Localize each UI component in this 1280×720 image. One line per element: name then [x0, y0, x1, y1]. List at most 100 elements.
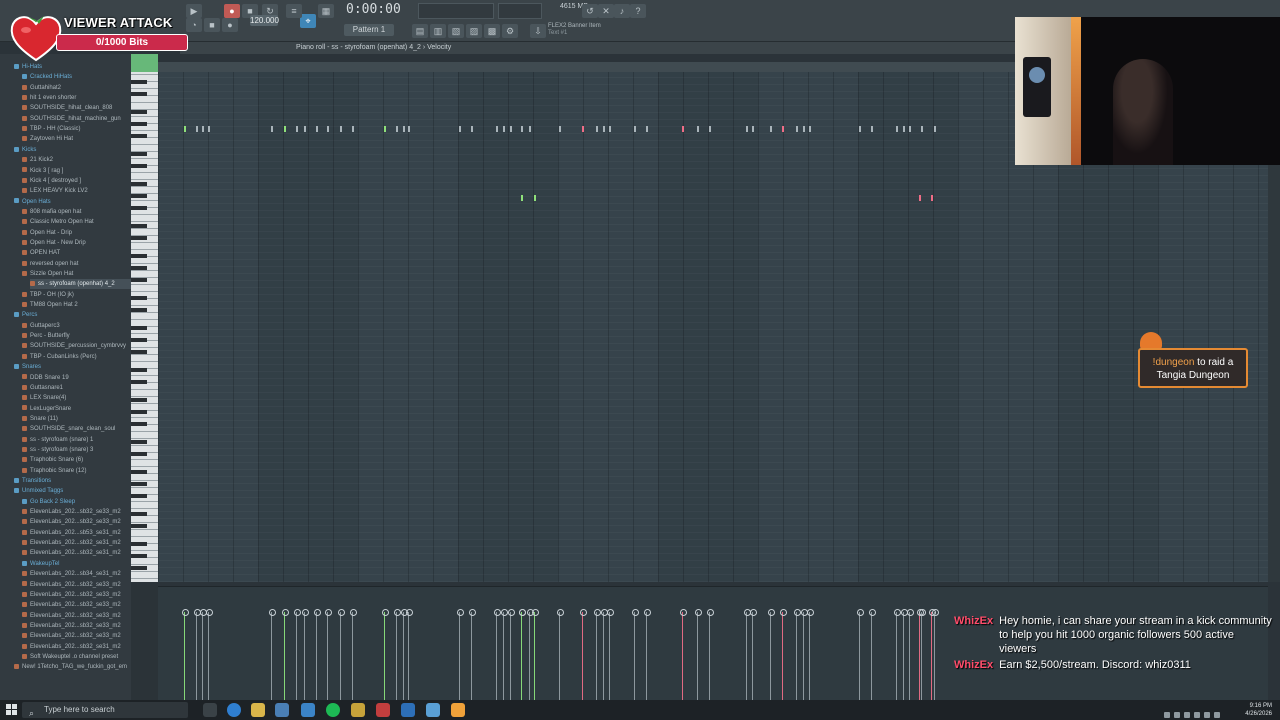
velocity-bar[interactable]	[801, 609, 808, 700]
black-key[interactable]	[131, 542, 147, 546]
velocity-bar[interactable]	[707, 609, 714, 700]
note[interactable]	[634, 126, 636, 132]
download-icon[interactable]: ⇩	[530, 24, 546, 38]
note[interactable]	[682, 126, 684, 132]
note[interactable]	[770, 126, 772, 132]
browser-file[interactable]: SOUTHSIDE_hihat_machine_gun	[22, 114, 131, 124]
browser-file[interactable]: ss - styrofoam (snare) 1	[22, 435, 131, 445]
wait-icon[interactable]: ●	[222, 18, 238, 32]
velocity-bar[interactable]	[632, 609, 639, 700]
browser-file[interactable]: Guttaperc3	[22, 321, 131, 331]
browser-file[interactable]: Zaytoven Hi Hat	[22, 134, 131, 144]
task-view-icon[interactable]	[203, 703, 217, 717]
velocity-bar[interactable]	[932, 609, 939, 700]
velocity-bar[interactable]	[857, 609, 864, 700]
note[interactable]	[582, 126, 584, 132]
velocity-bar[interactable]	[325, 609, 332, 700]
browser-file[interactable]: TBP - CubanLinks (Perc)	[22, 352, 131, 362]
note[interactable]	[697, 126, 699, 132]
velocity-bar[interactable]	[382, 609, 389, 700]
black-key[interactable]	[131, 254, 147, 258]
browser-file[interactable]: hit 1 even shorter	[22, 93, 131, 103]
black-key[interactable]	[131, 350, 147, 354]
note[interactable]	[284, 126, 286, 132]
velocity-bar[interactable]	[406, 609, 413, 700]
browser-folder[interactable]: Unmixed Taggs	[14, 486, 131, 496]
browser-file[interactable]: Open Hat - Drip	[22, 228, 131, 238]
browser-file[interactable]: ElevenLabs_202...sb32_se33_m2	[22, 611, 131, 621]
velocity-bar[interactable]	[644, 609, 651, 700]
black-key[interactable]	[131, 122, 147, 126]
browser-file[interactable]: TBP - HH (Classic)	[22, 124, 131, 134]
browser-file[interactable]: ElevenLabs_202...sb32_se33_m2	[22, 507, 131, 517]
windows-start-icon[interactable]	[6, 704, 18, 716]
settings-icon[interactable]: ⚙	[502, 24, 518, 38]
taskbar-clock[interactable]: 9:16 PM 4/26/2026	[1245, 702, 1272, 718]
close-icon[interactable]: ✕	[598, 4, 614, 18]
browser-file[interactable]: 21 Kick2	[22, 155, 131, 165]
pattern-selector[interactable]: Pattern 1	[344, 24, 394, 36]
black-key[interactable]	[131, 368, 147, 372]
browser-folder[interactable]: Kicks	[14, 145, 131, 155]
velocity-bar[interactable]	[557, 609, 564, 700]
note[interactable]	[609, 126, 611, 132]
note[interactable]	[271, 126, 273, 132]
browser-file[interactable]: Traphobic Snare (12)	[22, 466, 131, 476]
velocity-bar[interactable]	[527, 609, 534, 700]
black-key[interactable]	[131, 236, 147, 240]
velocity-bar[interactable]	[680, 609, 687, 700]
browser-file[interactable]: SOUTHSIDE_snare_clean_soul	[22, 424, 131, 434]
app-icon-2[interactable]	[301, 703, 315, 717]
app-icon-4[interactable]	[426, 703, 440, 717]
note[interactable]	[746, 126, 748, 132]
velocity-bar[interactable]	[194, 609, 201, 700]
velocity-bar[interactable]	[695, 609, 702, 700]
velocity-bar[interactable]	[200, 609, 207, 700]
note[interactable]	[521, 195, 523, 201]
black-key[interactable]	[131, 296, 147, 300]
browser-file[interactable]: Snare (11)	[22, 414, 131, 424]
note[interactable]	[796, 126, 798, 132]
note[interactable]	[384, 126, 386, 132]
browser-file[interactable]: ElevenLabs_202...sb32_se33_m2	[22, 580, 131, 590]
note[interactable]	[919, 195, 921, 201]
note[interactable]	[603, 126, 605, 132]
record-icon[interactable]: ●	[224, 4, 240, 18]
snap-icon[interactable]: ⌖	[300, 14, 316, 28]
browser-folder[interactable]: Snares	[14, 362, 131, 372]
note[interactable]	[403, 126, 405, 132]
black-key[interactable]	[131, 92, 147, 96]
note[interactable]	[559, 126, 561, 132]
spotify-icon[interactable]	[326, 703, 340, 717]
browser-file[interactable]: Guttahihat2	[22, 83, 131, 93]
velocity-bar[interactable]	[302, 609, 309, 700]
note[interactable]	[304, 126, 306, 132]
browser-file[interactable]: ElevenLabs_202...sb32_se31_m2	[22, 642, 131, 652]
velocity-bar[interactable]	[580, 609, 587, 700]
browser-file[interactable]: Kick 3 [ rag ]	[22, 166, 131, 176]
browser-file[interactable]: ElevenLabs_202...sb32_se31_m2	[22, 538, 131, 548]
velocity-bar[interactable]	[269, 609, 276, 700]
black-key[interactable]	[131, 134, 147, 138]
black-key[interactable]	[131, 164, 147, 168]
browser-file[interactable]: ElevenLabs_202...sb34_se31_m2	[22, 569, 131, 579]
note[interactable]	[921, 126, 923, 132]
note[interactable]	[934, 126, 936, 132]
velocity-bar[interactable]	[768, 609, 775, 700]
metronome-icon[interactable]: ◔	[186, 18, 202, 32]
velocity-bar[interactable]	[469, 609, 476, 700]
black-key[interactable]	[131, 110, 147, 114]
note[interactable]	[809, 126, 811, 132]
black-key[interactable]	[131, 566, 147, 570]
taskbar-search[interactable]: ⌕ Type here to search	[22, 702, 188, 718]
velocity-bar[interactable]	[314, 609, 321, 700]
note[interactable]	[752, 126, 754, 132]
piano-roll-icon[interactable]: ▥	[430, 24, 446, 38]
black-key[interactable]	[131, 338, 147, 342]
app-icon-3[interactable]	[351, 703, 365, 717]
velocity-bar[interactable]	[519, 609, 526, 700]
velocity-bar[interactable]	[501, 609, 508, 700]
velocity-bar[interactable]	[794, 609, 801, 700]
note[interactable]	[352, 126, 354, 132]
system-tray[interactable]	[1160, 705, 1240, 718]
